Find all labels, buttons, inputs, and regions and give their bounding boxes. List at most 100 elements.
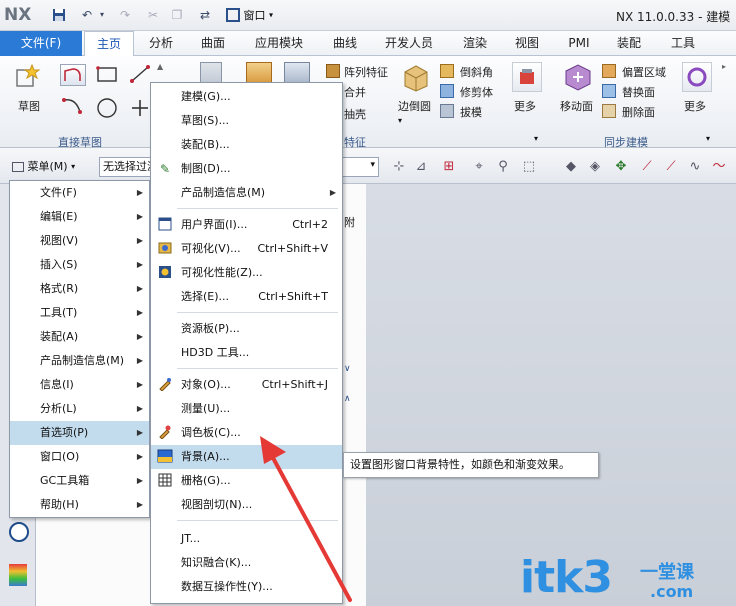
pref-item-hd3d-tools[interactable]: HD3D 工具... (151, 341, 342, 365)
redo-icon[interactable]: ↷ (118, 8, 132, 22)
arc-icon[interactable] (60, 94, 86, 118)
menu-item-insert[interactable]: 插入(S) ▶ (10, 253, 149, 277)
tab-render[interactable]: 渲染 (452, 31, 498, 56)
file-tab[interactable]: 文件(F) (0, 31, 82, 56)
trim-body-icon[interactable] (440, 84, 454, 98)
select-feature-icon[interactable]: ⚲ (494, 158, 512, 176)
trim-body-label[interactable]: 修剪体 (460, 84, 493, 100)
menu-item-information[interactable]: 信息(I) ▶ (10, 373, 149, 397)
pref-item-measure[interactable]: 测量(U)... (151, 397, 342, 421)
menu-item-edit[interactable]: 编辑(E) ▶ (10, 205, 149, 229)
move-face-label[interactable]: 移动面 (560, 98, 593, 114)
add-point-icon[interactable]: ⊞ (440, 158, 458, 176)
offset-region-icon[interactable] (602, 64, 616, 78)
pref-item-drafting[interactable]: ✎ 制图(D)... (151, 157, 342, 181)
pref-item-object[interactable]: 对象(O)... Ctrl+Shift+J (151, 373, 342, 397)
menu-item-format[interactable]: 格式(R) ▶ (10, 277, 149, 301)
delete-face-label[interactable]: 删除面 (622, 104, 655, 120)
pref-item-visualization-performance[interactable]: 可视化性能(Z)... (151, 261, 342, 285)
tab-assembly[interactable]: 装配 (606, 31, 652, 56)
tab-analysis[interactable]: 分析 (138, 31, 184, 56)
tab-pmi[interactable]: PMI (556, 31, 602, 56)
feature-group-dropdown-icon[interactable]: ▾ (534, 134, 538, 143)
pref-item-pmi[interactable]: 产品制造信息(M) ▶ (151, 181, 342, 205)
point-snap-icon[interactable]: ✥ (612, 158, 630, 176)
menu-item-analysis[interactable]: 分析(L) ▶ (10, 397, 149, 421)
ribbon-scroll-up-icon[interactable]: ▲ (157, 62, 163, 71)
menu-item-assembly[interactable]: 装配(A) ▶ (10, 325, 149, 349)
chevron-up-icon[interactable]: ∧ (344, 394, 358, 408)
repeat-command-icon[interactable]: ⇄ (198, 8, 212, 22)
edge-blend-label[interactable]: 边倒圆 (398, 98, 431, 114)
more-sync-icon[interactable] (682, 62, 712, 92)
save-icon[interactable] (52, 8, 66, 22)
spline-snap-icon[interactable]: 〜 (710, 158, 728, 176)
draft-label[interactable]: 拔模 (460, 104, 482, 120)
pattern-feature-label[interactable]: 阵列特征 (344, 64, 388, 80)
graphics-window[interactable] (366, 184, 736, 606)
more-features-label[interactable]: 更多 (514, 98, 536, 114)
replace-face-icon[interactable] (602, 84, 616, 98)
pref-item-modeling[interactable]: 建模(G)... (151, 85, 342, 109)
menu-button[interactable]: 菜单(M) ▾ (8, 157, 79, 177)
menu-item-gc-toolbox[interactable]: GC工具箱 ▶ (10, 469, 149, 493)
undo-dropdown-icon[interactable]: ▾ (95, 8, 109, 22)
tab-home[interactable]: 主页 (84, 31, 134, 57)
chevron-down-icon[interactable]: ∨ (344, 364, 358, 378)
ribbon-scroll-right-icon[interactable]: ▸ (722, 62, 726, 71)
history-icon[interactable] (9, 522, 29, 542)
delete-face-icon[interactable] (602, 104, 616, 118)
edge-blend-dropdown-icon[interactable]: ▾ (398, 116, 402, 125)
chamfer-icon[interactable] (440, 64, 454, 78)
pref-item-user-interface[interactable]: 用户界面(I)... Ctrl+2 (151, 213, 342, 237)
draft-icon[interactable] (440, 104, 454, 118)
replace-face-label[interactable]: 替换面 (622, 84, 655, 100)
menu-item-tools[interactable]: 工具(T) ▶ (10, 301, 149, 325)
circle-icon[interactable] (95, 96, 119, 120)
offset-region-label[interactable]: 偏置区域 (622, 64, 666, 80)
tab-surface[interactable]: 曲面 (190, 31, 236, 56)
tangent-snap-icon[interactable]: ⟋ (662, 158, 680, 176)
tab-developer[interactable]: 开发人员 (376, 31, 442, 56)
menu-item-pmi[interactable]: 产品制造信息(M) ▶ (10, 349, 149, 373)
menu-item-preferences[interactable]: 首选项(P) ▶ (10, 421, 149, 445)
menu-item-view[interactable]: 视图(V) ▶ (10, 229, 149, 253)
tab-application[interactable]: 应用模块 (246, 31, 312, 56)
tab-curve[interactable]: 曲线 (322, 31, 368, 56)
pattern-feature-icon[interactable] (326, 64, 340, 78)
chamfer-label[interactable]: 倒斜角 (460, 64, 493, 80)
more-sync-label[interactable]: 更多 (684, 98, 706, 114)
pref-item-selection[interactable]: 选择(E)... Ctrl+Shift+T (151, 285, 342, 309)
point-icon[interactable] (128, 98, 152, 118)
pref-item-visualization[interactable]: 可视化(V)... Ctrl+Shift+V (151, 237, 342, 261)
unite-label[interactable]: 合并 (344, 84, 366, 100)
pref-item-resource-bar[interactable]: 资源板(P)... (151, 317, 342, 341)
menu-item-file[interactable]: 文件(F) ▶ (10, 181, 149, 205)
move-face-icon[interactable] (562, 62, 594, 92)
profile-icon[interactable] (60, 64, 86, 86)
tab-tools[interactable]: 工具 (660, 31, 706, 56)
shell-label[interactable]: 抽壳 (344, 106, 366, 122)
sketch-icon[interactable] (14, 62, 44, 92)
more-features-icon[interactable] (512, 62, 542, 92)
palette-bar-icon[interactable] (9, 564, 27, 586)
undo-icon[interactable]: ↶ (80, 8, 94, 22)
menu-item-help[interactable]: 帮助(H) ▶ (10, 493, 149, 517)
line-snap-icon[interactable]: ⟋ (638, 158, 656, 176)
cut-icon[interactable]: ✂ (146, 8, 160, 22)
tab-view[interactable]: 视图 (504, 31, 550, 56)
edge-blend-icon[interactable] (402, 62, 430, 92)
rectangle-select-icon[interactable]: ⬚ (520, 158, 538, 176)
curve-snap-icon[interactable]: ∿ (686, 158, 704, 176)
snap-options-icon[interactable]: ⊿ (412, 158, 430, 176)
copy-icon[interactable]: ❐ (170, 8, 184, 22)
pref-item-sketch[interactable]: 草图(S)... (151, 109, 342, 133)
show-solid-icon[interactable]: ◆ (562, 158, 580, 176)
snap-point-icon[interactable]: ⊹ (390, 158, 408, 176)
show-body-icon[interactable]: ◈ (586, 158, 604, 176)
menu-item-window[interactable]: 窗口(O) ▶ (10, 445, 149, 469)
pref-item-assembly[interactable]: 装配(B)... (151, 133, 342, 157)
window-menu[interactable]: 窗口 ▾ (226, 7, 273, 23)
sync-group-dropdown-icon[interactable]: ▾ (706, 134, 710, 143)
rectangle-icon[interactable] (95, 64, 121, 86)
